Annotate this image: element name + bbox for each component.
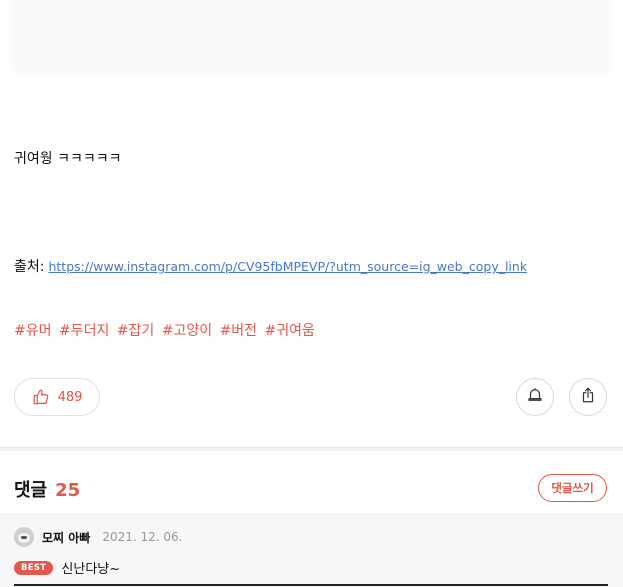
write-comment-button[interactable]: 댓글쓰기: [538, 474, 607, 502]
like-button[interactable]: 489: [14, 378, 100, 416]
post-source: 출처: https://www.instagram.com/p/CV95fbMPE…: [14, 256, 527, 276]
share-button[interactable]: [569, 378, 607, 416]
comments-count: 25: [55, 480, 81, 501]
comment-meta: 모찌 아빠 2021. 12. 06.: [14, 527, 183, 547]
tag-link[interactable]: #고양이: [162, 323, 212, 339]
comment-text: 신난다냥~: [61, 562, 121, 577]
tag-link[interactable]: #유머: [14, 323, 52, 339]
avatar[interactable]: [14, 527, 34, 547]
share-icon: [579, 386, 597, 408]
bell-icon: [526, 386, 544, 408]
like-count: 489: [57, 389, 83, 405]
comment-author[interactable]: 모찌 아빠: [42, 529, 90, 546]
best-badge: BEST: [14, 560, 54, 575]
tag-link[interactable]: #귀여움: [265, 323, 315, 339]
comment-date: 2021. 12. 06.: [102, 530, 183, 544]
comments-title: 댓글: [14, 480, 48, 501]
post-body-text: 귀여웡 ㅋㅋㅋㅋㅋ: [14, 151, 122, 167]
tag-link[interactable]: #버전: [220, 323, 258, 339]
tag-link[interactable]: #잡기: [117, 323, 155, 339]
thumbs-up-icon: [32, 388, 50, 406]
tag-list: #유머 #두더지 #잡기 #고양이 #버전 #귀여움: [14, 320, 318, 340]
source-link[interactable]: https://www.instagram.com/p/CV95fbMPEVP/…: [48, 259, 527, 274]
tag-link[interactable]: #두더지: [59, 323, 109, 339]
post-media-bottom: [14, 0, 608, 70]
section-divider: [0, 447, 623, 451]
comments-header: 댓글 25: [14, 476, 80, 502]
comment-item: BEST 신난다냥~: [14, 558, 120, 577]
comment-input-edge: [14, 584, 608, 586]
alert-button[interactable]: [516, 378, 554, 416]
source-label: 출처:: [14, 259, 45, 275]
